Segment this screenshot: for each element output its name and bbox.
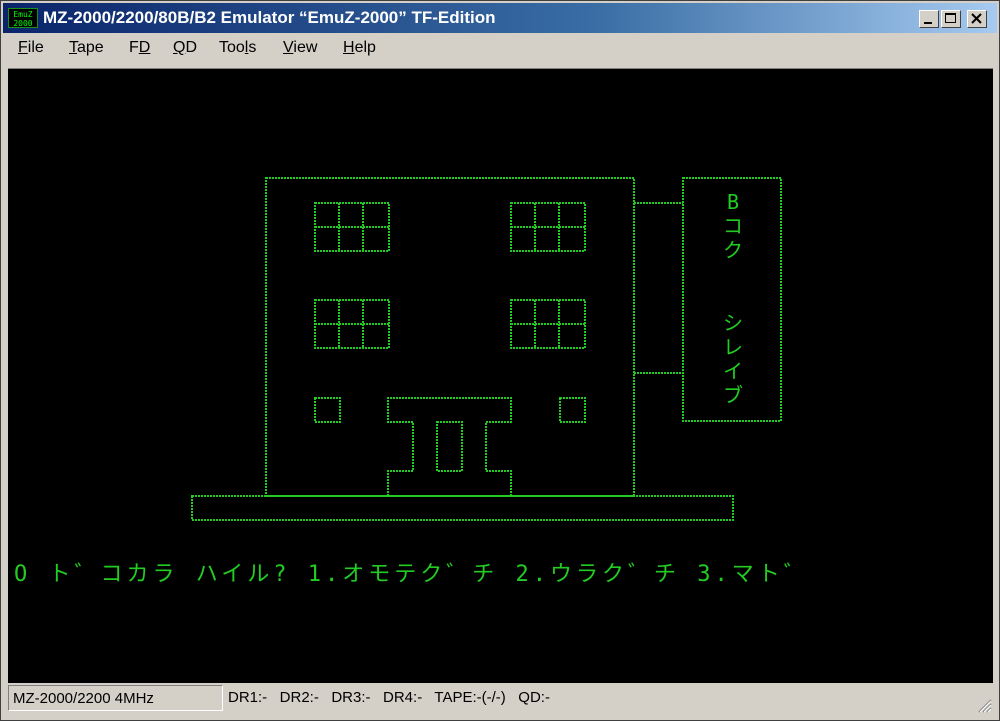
status-drives: DR1:- DR2:- DR3:- DR4:- TAPE:-(-/-) QD:- (228, 689, 550, 706)
close-button[interactable] (967, 10, 987, 28)
maximize-button[interactable] (941, 10, 961, 28)
emulator-screen[interactable]: B コ ク シ レ イ ブ O ト゛コカラ ハイル? 1.オモテク゛チ 2.ウラ… (8, 68, 993, 683)
sign-char-7: イ (723, 359, 743, 383)
sign-char-6: レ (723, 335, 743, 359)
menu-view[interactable]: View (283, 39, 317, 57)
sign-char-8: ブ (723, 383, 743, 407)
maximize-icon (945, 13, 956, 23)
door-frame (387, 397, 512, 496)
menu-tools[interactable]: Tools (219, 39, 256, 57)
building-outline (265, 177, 635, 497)
sign-char-5: シ (723, 311, 743, 335)
door (436, 421, 463, 472)
resize-grip-icon[interactable] (976, 697, 992, 713)
menu-bar: File Tape FD QD Tools View Help (3, 35, 997, 63)
small-window-right (559, 397, 586, 423)
sign-char-2: コ (723, 214, 743, 238)
menu-file[interactable]: File (18, 39, 44, 57)
window-title: MZ-2000/2200/80B/B2 Emulator “EmuZ-2000”… (43, 8, 496, 27)
menu-fd[interactable]: FD (129, 39, 150, 57)
small-window-left (314, 397, 341, 423)
menu-help[interactable]: Help (343, 39, 376, 57)
building-base (191, 495, 734, 521)
menu-tape[interactable]: Tape (69, 39, 104, 57)
prompt-text: O ト゛コカラ ハイル? 1.オモテク゛チ 2.ウラク゛チ 3.マト゛ (14, 562, 810, 587)
sign-char-3: ク (723, 238, 743, 262)
status-machine: MZ-2000/2200 4MHz (8, 685, 223, 711)
minimize-icon (924, 22, 932, 24)
menu-qd[interactable]: QD (173, 39, 197, 57)
close-icon (971, 13, 982, 24)
emulator-window: EmuZ 2000 MZ-2000/2200/80B/B2 Emulator “… (0, 0, 1000, 721)
status-bar: MZ-2000/2200 4MHz DR1:- DR2:- DR3:- DR4:… (8, 685, 994, 715)
title-bar[interactable]: EmuZ 2000 MZ-2000/2200/80B/B2 Emulator “… (3, 3, 997, 33)
minimize-button[interactable] (919, 10, 939, 28)
app-icon[interactable]: EmuZ 2000 (8, 8, 38, 28)
sign-char-1: B (727, 190, 739, 214)
building-graphic: B コ ク シ レ イ ブ O ト゛コカラ ハイル? 1.オモテク゛チ 2.ウラ… (14, 177, 810, 587)
